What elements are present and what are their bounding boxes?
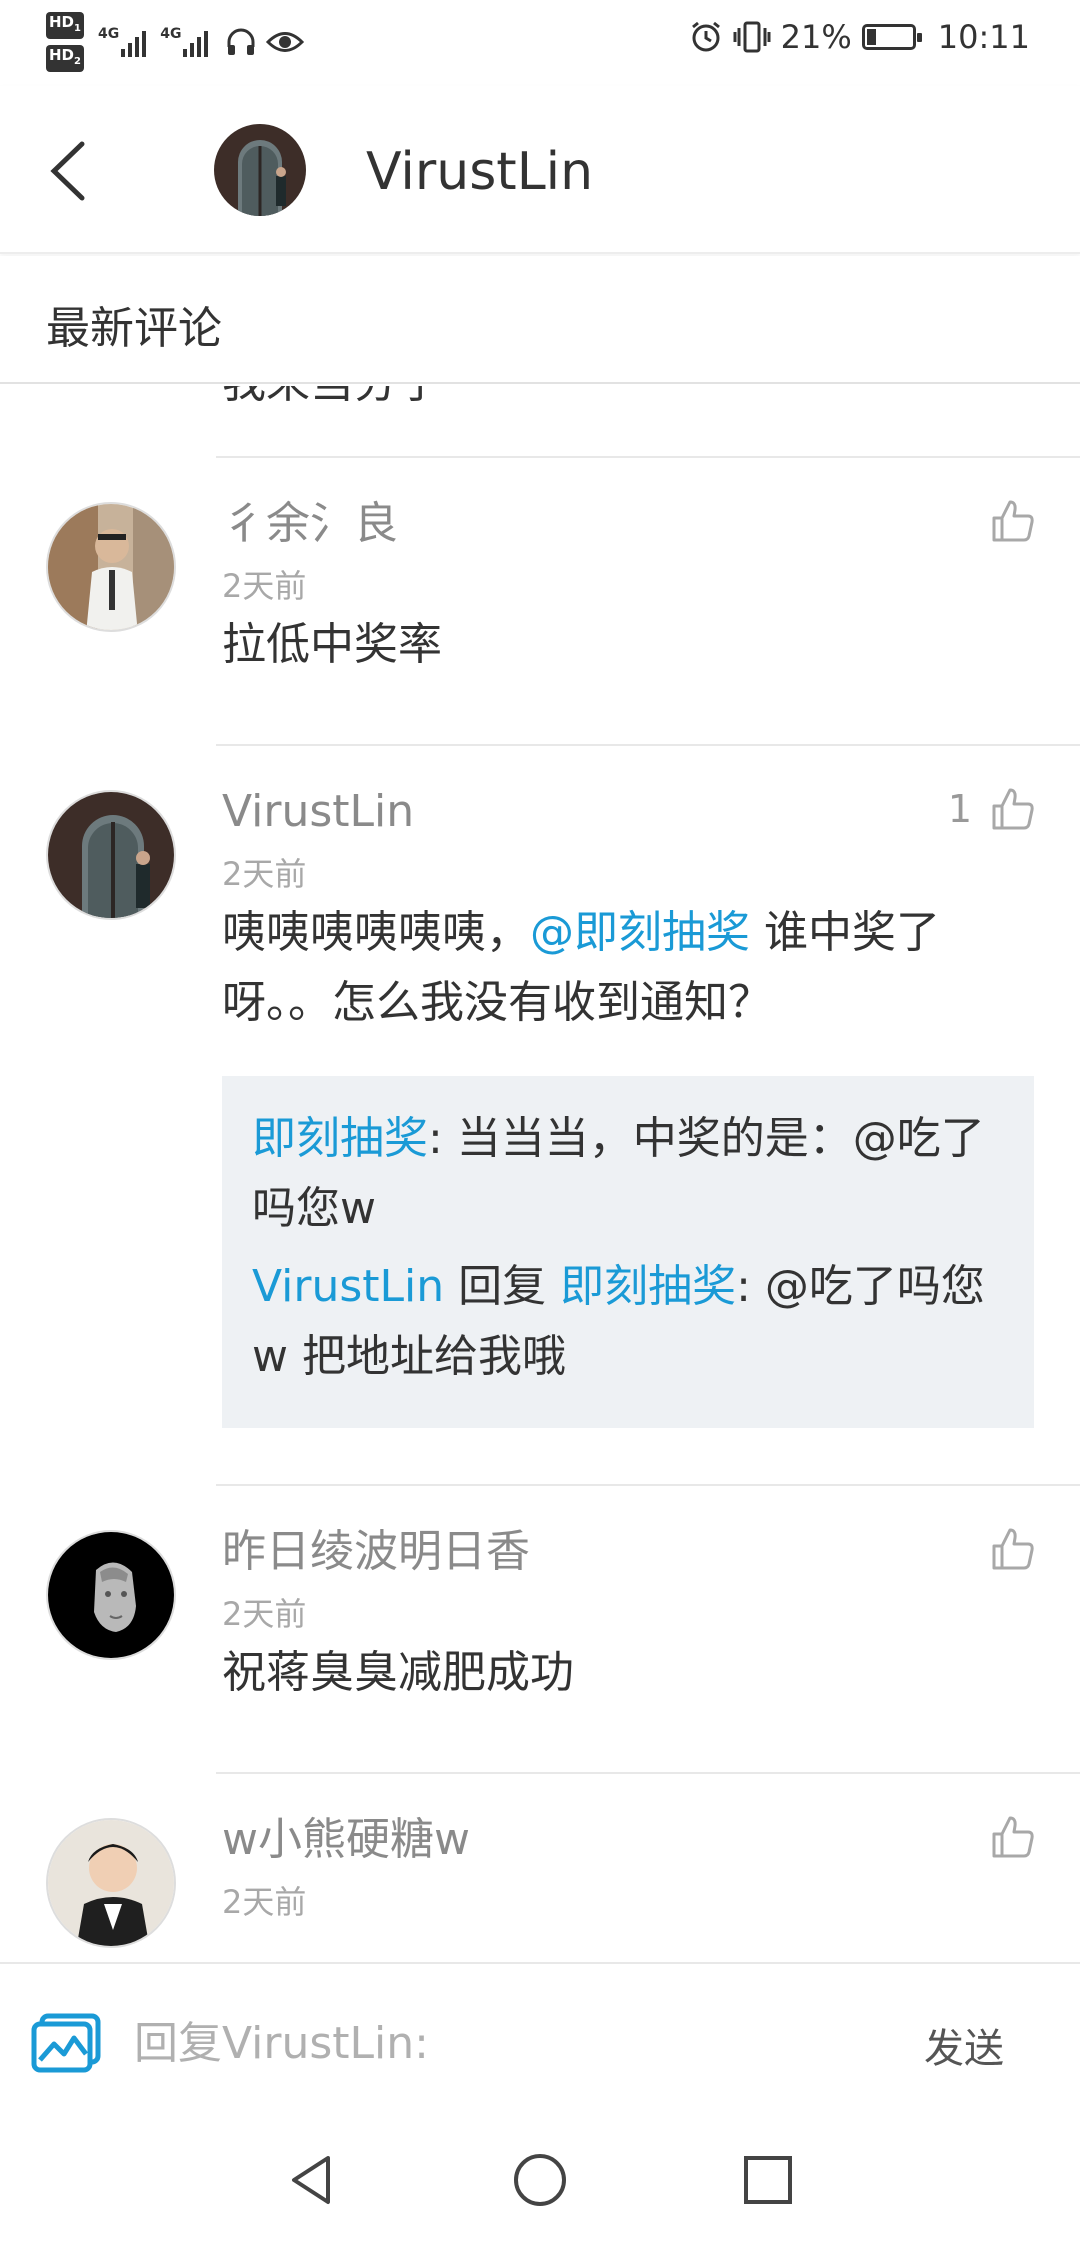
system-nav-bar [0,2116,1080,2244]
chevron-left-icon[interactable] [44,136,94,206]
back-triangle-icon[interactable] [282,2150,342,2210]
header: VirustLin [0,86,1080,254]
clock: 10:11 [937,18,1030,56]
comment-body: 祝蒋臭臭减肥成功 [222,1647,574,1698]
thumb-up-icon [992,500,1034,542]
image-icon[interactable] [30,2012,102,2074]
reply-input-bar: 发送 [0,1962,1080,2116]
send-button[interactable]: 发送 [924,2016,1004,2074]
mention-link[interactable]: @即刻抽奖 [530,907,750,958]
comment-item: 彳余氵良 2天前 拉低中奖率 [0,458,1080,744]
network-type-2: 4G [160,26,182,42]
reply-author[interactable]: VirustLin [252,1261,444,1312]
reply-author[interactable]: 即刻抽奖 [252,1113,428,1164]
like-button[interactable] [990,498,1036,544]
section-title: 最新评论 [46,303,222,354]
eye-icon [266,32,305,52]
hd-badge-2: HD2 [46,45,84,72]
comment-username[interactable]: VirustLin [222,786,414,838]
comment-body: 拉低中奖率 [222,619,442,670]
reply-input[interactable] [134,2008,874,2078]
header-avatar[interactable] [214,124,306,216]
like-button[interactable] [990,1526,1036,1572]
comment-time: 2天前 [222,1595,307,1633]
reply-connector: 回复 [444,1261,561,1312]
hd-badge-1: HD1 [46,12,84,39]
reply-item: VirustLin 回复 即刻抽奖: @吃了吗您w 把地址给我哦 [252,1252,1004,1392]
thumb-up-icon [992,788,1034,830]
signal-icon: 4G [97,26,147,57]
thumb-up-icon [992,1816,1034,1858]
page-title: VirustLin [366,142,594,202]
reply-target[interactable]: 即刻抽奖 [560,1261,736,1312]
status-right: 21% 10:11 [689,18,1030,56]
avatar[interactable] [46,502,176,632]
headphones-icon [227,28,255,55]
recents-square-icon[interactable] [738,2150,798,2210]
comment-item: w小熊硬糖w 2天前 [0,1774,1080,1962]
battery-percent: 21% [780,18,852,56]
like-button[interactable]: 1 [948,786,1036,832]
comment-time: 2天前 [222,567,307,605]
avatar[interactable] [46,1530,176,1660]
status-bar: HD1 HD2 4G 4G 21% 10:11 [0,0,1080,86]
reply-thread[interactable]: 即刻抽奖: 当当当，中奖的是：@吃了吗您w VirustLin 回复 即刻抽奖:… [222,1076,1034,1428]
home-circle-icon[interactable] [510,2150,570,2210]
thumb-up-icon [992,1528,1034,1570]
reply-item: 即刻抽奖: 当当当，中奖的是：@吃了吗您w [252,1104,1004,1244]
hd-badges: HD1 HD2 [46,12,84,72]
vibrate-icon [733,21,771,53]
comment-username[interactable]: w小熊硬糖w [222,1814,470,1866]
like-button[interactable] [990,1814,1036,1860]
battery-icon [861,24,922,50]
signal-icon-2: 4G [160,26,209,57]
comment-text: 咦咦咦咦咦咦， [222,907,530,958]
network-type-1: 4G [97,26,120,42]
like-count: 1 [947,787,972,831]
alarm-icon [691,21,720,52]
truncated-comment-text: 我来当分子 [222,386,442,410]
comment-username[interactable]: 昨日绫波明日香 [222,1526,530,1578]
comment-username[interactable]: 彳余氵良 [222,498,398,550]
avatar[interactable] [46,1818,176,1948]
comment-item: 昨日绫波明日香 2天前 祝蒋臭臭减肥成功 [0,1486,1080,1772]
comment-list[interactable]: 我来当分子 彳余氵良 2天前 拉低中奖率 [0,386,1080,1962]
comment-body: 咦咦咦咦咦咦，@即刻抽奖 谁中奖了呀。。怎么我没有收到通知？ [222,898,1022,1038]
status-left: HD1 HD2 4G 4G [46,12,305,72]
comment-item: VirustLin 2天前 咦咦咦咦咦咦，@即刻抽奖 谁中奖了呀。。怎么我没有收… [0,746,1080,1484]
comment-time: 2天前 [222,1883,307,1921]
comment-time: 2天前 [222,855,307,893]
section-header: 最新评论 [0,256,1080,384]
avatar[interactable] [46,790,176,920]
